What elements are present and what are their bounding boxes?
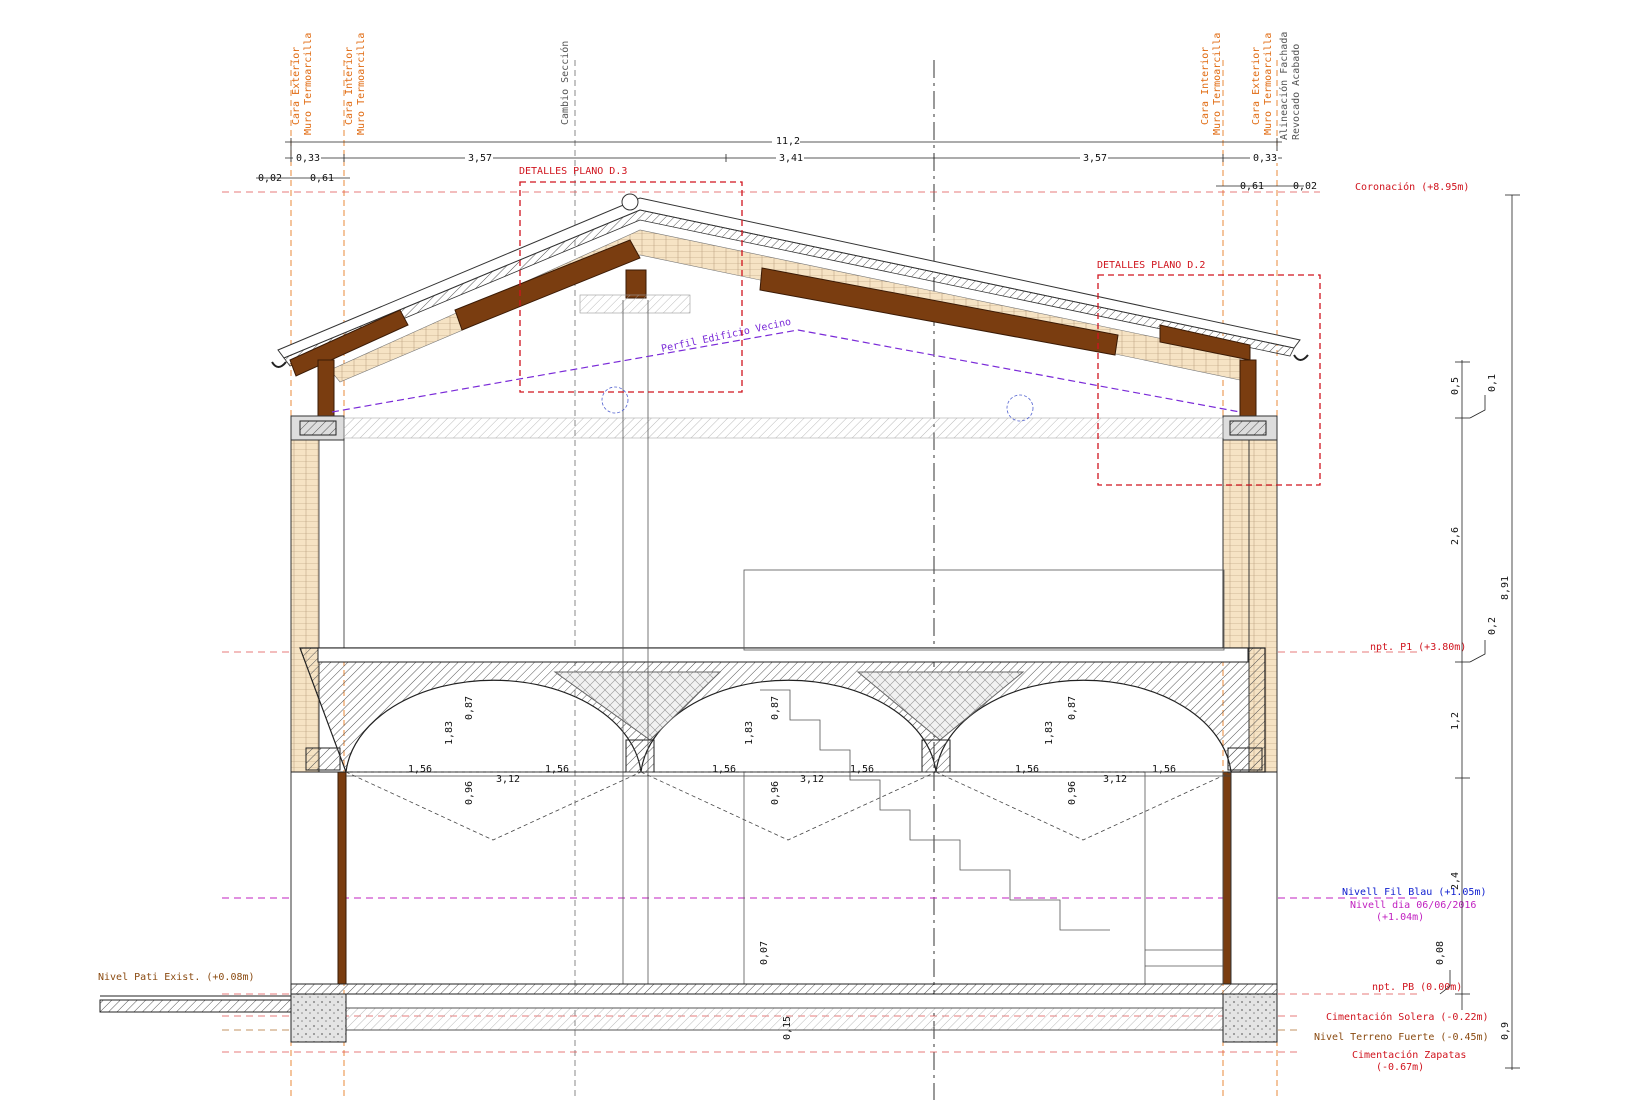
level-coronacion: Coronación (+8.95m) — [1355, 181, 1469, 193]
level-pb: npt. PB (0.00m) — [1372, 982, 1462, 993]
ref-int-left-1: Cara Interior — [344, 47, 355, 125]
vaulted-slab — [291, 647, 1277, 773]
foundation — [99, 983, 1278, 1043]
ref-section-change: Cambio Sección — [559, 41, 571, 125]
ref-facade-2: Revocado Acabado — [1291, 44, 1302, 140]
ref-int-left-2: Muro Termoarcilla — [356, 33, 367, 135]
vault3-half-right: 1,56 — [1152, 764, 1176, 775]
vault1-rise: 0,87 — [464, 696, 475, 720]
dim-right-b: 0,1 — [1487, 374, 1498, 392]
dim-floor-slab: 0,15 — [782, 1016, 793, 1040]
reference-labels: Cara Exterior Muro Termoarcilla Cara Int… — [291, 32, 1302, 140]
dim-seg-4: 3,57 — [1083, 153, 1107, 164]
vault3-depth: 0,96 — [1067, 781, 1078, 805]
ref-int-right-1: Cara Interior — [1200, 47, 1211, 125]
ref-ext-left-2: Muro Termoarcilla — [303, 33, 314, 135]
vault1-height: 1,83 — [444, 721, 455, 745]
right-dimensions — [1439, 194, 1520, 1070]
dim-right-a: 0,5 — [1450, 377, 1461, 395]
vault1-span: 3,12 — [496, 774, 520, 785]
dim-left-small-1: 0,02 — [258, 173, 282, 184]
detail-label-d3: DETALLES PLANO D.3 — [519, 166, 627, 177]
dim-seg-3: 3,41 — [779, 153, 803, 164]
dim-seg-1: 0,33 — [296, 153, 320, 164]
ref-ext-left-1: Cara Exterior — [291, 47, 302, 125]
section-drawing: Cara Exterior Muro Termoarcilla Cara Int… — [98, 32, 1520, 1100]
ref-ext-right-1: Cara Exterior — [1251, 47, 1262, 125]
level-nivell-dia-2: (+1.04m) — [1376, 912, 1424, 923]
vault2-half-right: 1,56 — [850, 764, 874, 775]
roof — [271, 193, 1309, 383]
dim-floor-step: 0,07 — [759, 941, 770, 965]
level-pati: Nivel Pati Exist. (+0.08m) — [98, 972, 255, 983]
neighbor-profile-label: Perfil Edificio Vecino — [660, 317, 792, 355]
reference-lines — [290, 60, 1278, 1100]
vault3-span: 3,12 — [1103, 774, 1127, 785]
dim-seg-2: 3,57 — [468, 153, 492, 164]
vault3-height: 1,83 — [1044, 721, 1055, 745]
vault-diagrams — [345, 771, 1232, 841]
level-nivell-dia-1: Nivell dia 06/06/2016 — [1350, 900, 1476, 911]
vault1-depth: 0,96 — [464, 781, 475, 805]
dim-left-small-2: 0,61 — [310, 173, 334, 184]
dim-right-small-2: 0,02 — [1293, 181, 1317, 192]
dim-right-d: 0,2 — [1487, 617, 1498, 635]
level-zapatas-1: Cimentación Zapatas — [1352, 1049, 1466, 1061]
vault2-rise: 0,87 — [770, 696, 781, 720]
dim-right-small-1: 0,61 — [1240, 181, 1264, 192]
level-p1: npt. P1 (+3.80m) — [1370, 642, 1466, 653]
interior — [601, 300, 1225, 985]
dim-right-c: 2,6 — [1450, 527, 1461, 545]
vault2-height: 1,83 — [744, 721, 755, 745]
ref-facade-1: Alineación Fachada — [1278, 32, 1290, 140]
vault1-half-left: 1,56 — [408, 764, 432, 775]
vault3-half-left: 1,56 — [1015, 764, 1039, 775]
vault1-half-right: 1,56 — [545, 764, 569, 775]
level-terreno: Nivel Terreno Fuerte (-0.45m) — [1314, 1032, 1489, 1043]
vault2-span: 3,12 — [800, 774, 824, 785]
vault2-half-left: 1,56 — [712, 764, 736, 775]
vault2-depth: 0,96 — [770, 781, 781, 805]
vault3-rise: 0,87 — [1067, 696, 1078, 720]
dim-right-e: 1,2 — [1450, 712, 1461, 730]
ref-ext-right-2: Muro Termoarcilla — [1263, 33, 1274, 135]
dim-right-f: 2,4 — [1450, 872, 1461, 890]
level-solera: Cimentación Solera (-0.22m) — [1326, 1011, 1489, 1023]
dim-right-total: 8,91 — [1500, 576, 1511, 600]
dim-total-width: 11,2 — [776, 136, 800, 147]
level-zapatas-2: (-0.67m) — [1376, 1062, 1424, 1073]
ref-int-right-2: Muro Termoarcilla — [1212, 33, 1223, 135]
level-fil-blau: Nivell Fil Blau (+1.05m) — [1342, 887, 1487, 898]
dim-seg-5: 0,33 — [1253, 153, 1277, 164]
dim-right-g: 0,08 — [1435, 941, 1446, 965]
detail-label-d2: DETALLES PLANO D.2 — [1097, 260, 1205, 271]
dim-right-h: 0,9 — [1500, 1022, 1511, 1040]
